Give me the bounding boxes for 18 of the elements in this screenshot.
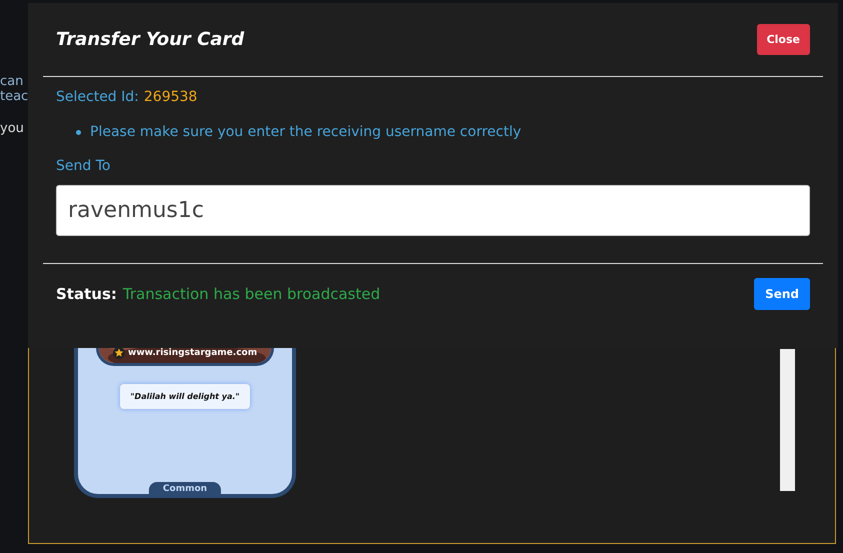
rarity-label: Common [148, 482, 222, 494]
note-text: Please make sure you enter the receiving username correctly [90, 124, 522, 140]
dialog-title: Transfer Your Card [56, 29, 244, 50]
selected-id-label: Selected Id: [56, 89, 139, 105]
quote-text: "Dalilah will delight ya." [120, 384, 250, 409]
background-text: you [0, 121, 25, 136]
website-text: www.risingstargame.com [128, 348, 258, 358]
bullet-icon [76, 130, 81, 134]
status-text: Transaction has been broadcasted [122, 285, 380, 303]
scrollbar[interactable] [780, 349, 795, 491]
send-to-label: Send To [56, 158, 112, 174]
background-text: teac [0, 89, 28, 104]
username-field[interactable]: ravenmus1c [56, 185, 810, 236]
selected-id-value: 269538 [144, 89, 198, 105]
send-button[interactable]: Send [754, 278, 810, 310]
close-button[interactable]: Close [756, 24, 810, 55]
status-label: Status: [56, 285, 117, 303]
background-text: can [0, 74, 24, 89]
